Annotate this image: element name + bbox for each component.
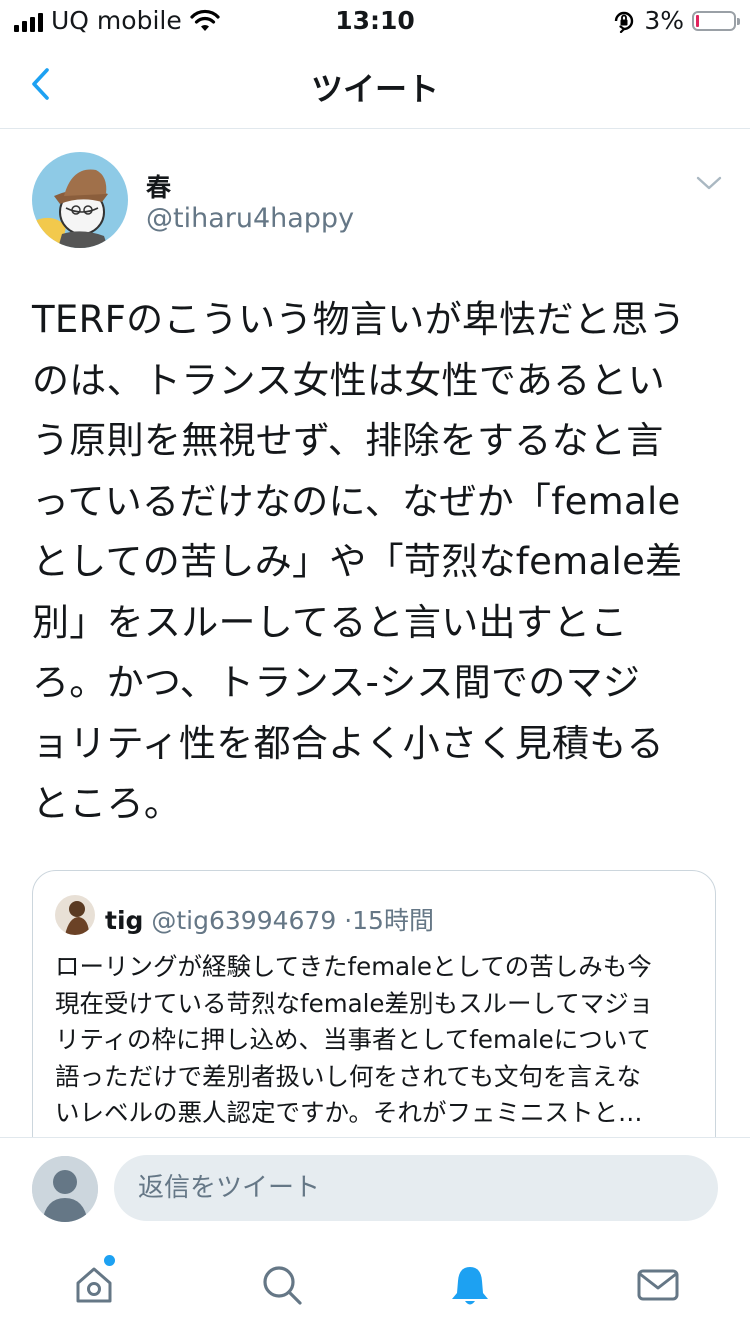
tweet-text: TERFのこういう物言いが卑怯だと思う のは、トランス女性は女性であるとい う原… [32, 298, 686, 825]
quoted-text: ローリングが経験してきたfemaleとしての苦しみも今 現在受けている苛烈なfe… [55, 952, 654, 1127]
status-bar: UQ mobile 13:10 3% [0, 0, 750, 40]
reply-bar [0, 1137, 750, 1238]
author-handle[interactable]: @tiharu4happy [146, 203, 354, 234]
battery-icon [692, 10, 740, 31]
home-icon[interactable] [70, 1261, 118, 1309]
quoted-handle: @tig63994679 [151, 906, 337, 935]
messages-icon[interactable] [634, 1261, 682, 1309]
status-right: 3% [612, 6, 740, 35]
quoted-avatar [55, 895, 95, 935]
chevron-down-icon[interactable] [694, 170, 724, 196]
quoted-name: tig [105, 906, 144, 935]
quoted-separator: · [344, 906, 353, 935]
author-avatar[interactable] [32, 152, 128, 248]
author-name[interactable]: 春 [146, 168, 171, 204]
page-title: ツイート [310, 70, 439, 108]
reply-input[interactable] [114, 1155, 718, 1221]
orientation-lock-icon [615, 11, 634, 33]
notifications-icon[interactable] [446, 1261, 494, 1309]
user-avatar[interactable] [32, 1156, 98, 1222]
quoted-header: tig @tig63994679 ·15時間 [105, 901, 434, 937]
new-content-badge [104, 1255, 115, 1266]
battery-percent: 3% [644, 6, 684, 35]
nav-bar: ツイート [0, 40, 750, 129]
tab-bar [0, 1237, 750, 1334]
quoted-time: 15時間 [352, 906, 434, 935]
search-icon[interactable] [258, 1261, 306, 1309]
